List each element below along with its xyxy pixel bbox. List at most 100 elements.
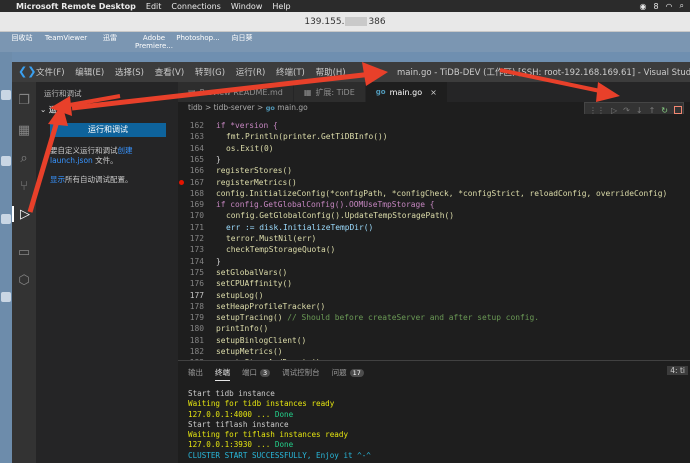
- menu-help[interactable]: 帮助(H): [316, 68, 346, 78]
- tab-main-go[interactable]: go main.go ×: [365, 82, 448, 102]
- menu-run[interactable]: 运行(R): [236, 68, 266, 78]
- code-text: err := disk.InitializeTempDir(): [226, 222, 374, 232]
- panel-tab-ports[interactable]: 端口 3: [242, 367, 271, 381]
- run-debug-icon[interactable]: ▷: [12, 206, 36, 222]
- sidebar-section-run[interactable]: ⌄ 运行: [40, 104, 64, 115]
- code-line[interactable]: 169 if config.GetGlobalConfig().OOMUseTmp…: [178, 199, 690, 210]
- code-line[interactable]: 182 setupMetrics(): [178, 346, 690, 357]
- menubar-item-help[interactable]: Help: [272, 2, 290, 11]
- code-text: setGlobalVars(): [216, 267, 288, 277]
- code-line[interactable]: 172 terror.MustNil(err): [178, 233, 690, 244]
- code-text: checkTempStorageQuota(): [226, 245, 336, 255]
- menubar-app-name[interactable]: Microsoft Remote Desktop: [16, 2, 136, 11]
- terminal-status: Done: [274, 409, 294, 419]
- code-line[interactable]: 180 printInfo(): [178, 323, 690, 334]
- desktop-icons: 回收站 TeamViewer 迅雷 Adobe Premiere... Phot…: [0, 32, 690, 52]
- line-number: 164: [189, 143, 204, 153]
- code-line[interactable]: 167 registerMetrics(): [178, 177, 690, 188]
- code-line[interactable]: 181 setupBinlogClient(): [178, 335, 690, 346]
- terminal-line: 127.0.0.1:4000 ... Done: [188, 410, 371, 420]
- code-text: printInfo(): [216, 324, 269, 334]
- show-all-configs-link[interactable]: 显示: [50, 175, 65, 184]
- menubar-item-connections[interactable]: Connections: [171, 2, 220, 11]
- terminal-selector[interactable]: 4: ti: [667, 366, 688, 375]
- wifi-icon[interactable]: ◠: [666, 2, 673, 11]
- code-text: setCPUAffinity(): [216, 279, 293, 289]
- menubar-item-edit[interactable]: Edit: [146, 2, 162, 11]
- search-icon[interactable]: ⌕: [680, 1, 684, 11]
- terminal-text: Start tidb instance: [188, 389, 275, 398]
- code-line[interactable]: 177 setupLog(): [178, 290, 690, 301]
- close-icon[interactable]: ×: [430, 88, 437, 97]
- source-control-icon[interactable]: ⑂: [16, 178, 32, 194]
- code-line[interactable]: 179 setupTracing() // Should before creat…: [178, 312, 690, 323]
- line-number: 176: [189, 279, 204, 289]
- desktop-shortcut-icon[interactable]: [1, 156, 11, 166]
- search-icon[interactable]: ⌕: [16, 150, 32, 166]
- activity-bar: ❐ ▦ ⌕ ⑂ ▷ ▭ ⬡: [12, 82, 36, 463]
- explorer-icon[interactable]: ❐: [16, 92, 32, 108]
- desktop-shortcut-icon[interactable]: [1, 90, 11, 100]
- menu-go[interactable]: 转到(G): [195, 68, 225, 78]
- extensions-icon[interactable]: ▦: [16, 122, 32, 138]
- code-line[interactable]: 170 config.GetGlobalConfig().UpdateTempSt…: [178, 210, 690, 221]
- code-line[interactable]: 171 err := disk.InitializeTempDir(): [178, 222, 690, 233]
- code-line[interactable]: 174}: [178, 256, 690, 267]
- code-line[interactable]: 166 registerStores(): [178, 165, 690, 176]
- desktop-icon-teamviewer[interactable]: TeamViewer: [44, 32, 88, 52]
- desktop-shortcut-icon[interactable]: [1, 214, 11, 224]
- menu-edit[interactable]: 编辑(E): [75, 68, 104, 78]
- code-text: registerMetrics(): [216, 177, 297, 187]
- tab-extension-tide[interactable]: ▦ 扩展: TiDE: [293, 82, 366, 102]
- breadcrumb-tidb[interactable]: tidb: [188, 103, 203, 112]
- desktop-icon-premiere[interactable]: Adobe Premiere...: [132, 32, 176, 52]
- code-text: if *version {: [216, 121, 278, 130]
- breadcrumb-file[interactable]: main.go: [277, 103, 307, 112]
- breadcrumb-tidb-server[interactable]: tidb-server: [214, 103, 255, 112]
- desktop-icon-photoshop[interactable]: Photoshop...: [176, 32, 220, 52]
- tide-extension-icon[interactable]: ⬡: [16, 272, 32, 288]
- run-and-debug-button[interactable]: 运行和调试: [50, 123, 166, 137]
- panel-tab-problems[interactable]: 问题 17: [332, 367, 364, 381]
- vscode-menu: 文件(F) 编辑(E) 选择(S) 查看(V) 转到(G) 运行(R) 终端(T…: [36, 66, 354, 78]
- code-line[interactable]: 173 checkTempStorageQuota(): [178, 244, 690, 255]
- code-editor[interactable]: 162 if *version {163 fmt.Println(printer.G…: [178, 114, 690, 367]
- code-line[interactable]: 175 setGlobalVars(): [178, 267, 690, 278]
- bottom-panel: 输出 终端 端口 3 调试控制台 问题 17 4: ti Start tidb in…: [178, 360, 690, 463]
- editor-tabs: ▤ Preview README.md ▦ 扩展: TiDE go main.go ×: [178, 82, 690, 102]
- menu-terminal[interactable]: 终端(T): [276, 68, 305, 78]
- code-line[interactable]: 163 fmt.Println(printer.GetTiDBInfo()): [178, 131, 690, 142]
- screen: Microsoft Remote Desktop Edit Connection…: [0, 0, 690, 463]
- code-text: setHeapProfileTracker(): [216, 301, 326, 311]
- desktop-icon-xunlei[interactable]: 迅雷: [88, 32, 132, 52]
- chevron-down-icon: ⌄: [40, 105, 47, 114]
- code-line[interactable]: 168 config.InitializeConfig(*configPath, …: [178, 188, 690, 199]
- stop-icon[interactable]: [673, 106, 682, 114]
- code-text: registerStores(): [216, 166, 293, 176]
- code-line[interactable]: 162 if *version {: [178, 120, 690, 131]
- code-line[interactable]: 164 os.Exit(0): [178, 143, 690, 154]
- terminal-text: Waiting for tidb instances ready: [188, 399, 335, 409]
- desktop-icon-recycle-bin[interactable]: 回收站: [0, 32, 44, 52]
- terminal-line: CLUSTER START SUCCESSFULLY, Enjoy it ^-^: [188, 451, 371, 461]
- panel-tab-debug-console[interactable]: 调试控制台: [282, 367, 320, 381]
- desktop-icon-sunlogin[interactable]: 向日葵: [220, 32, 264, 52]
- desktop-shortcut-icon[interactable]: [1, 292, 11, 302]
- run-debug-sidebar: 运行和调试 ⌄ 运行 运行和调试 要自定义运行和调试创建 launch.json…: [36, 82, 178, 463]
- menu-file[interactable]: 文件(F): [36, 68, 65, 78]
- code-line[interactable]: 178 setHeapProfileTracker(): [178, 301, 690, 312]
- remote-explorer-icon[interactable]: ▭: [16, 244, 32, 260]
- menu-selection[interactable]: 选择(S): [115, 68, 144, 78]
- terminal-text: Waiting for tiflash instances ready: [188, 430, 349, 440]
- tab-preview-readme[interactable]: ▤ Preview README.md: [178, 82, 294, 102]
- menubar-item-window[interactable]: Window: [231, 2, 263, 11]
- menu-view[interactable]: 查看(V): [155, 68, 184, 78]
- ports-badge: 3: [260, 369, 271, 377]
- panel-tab-terminal[interactable]: 终端: [215, 367, 230, 381]
- code-line[interactable]: 176 setCPUAffinity(): [178, 278, 690, 289]
- code-line[interactable]: 165}: [178, 154, 690, 165]
- panel-tab-output[interactable]: 输出: [188, 367, 203, 381]
- terminal-output[interactable]: Start tidb instance Waiting for tidb inst…: [188, 389, 371, 461]
- breakpoint-icon[interactable]: [179, 179, 184, 185]
- wechat-icon[interactable]: ◉: [639, 2, 646, 11]
